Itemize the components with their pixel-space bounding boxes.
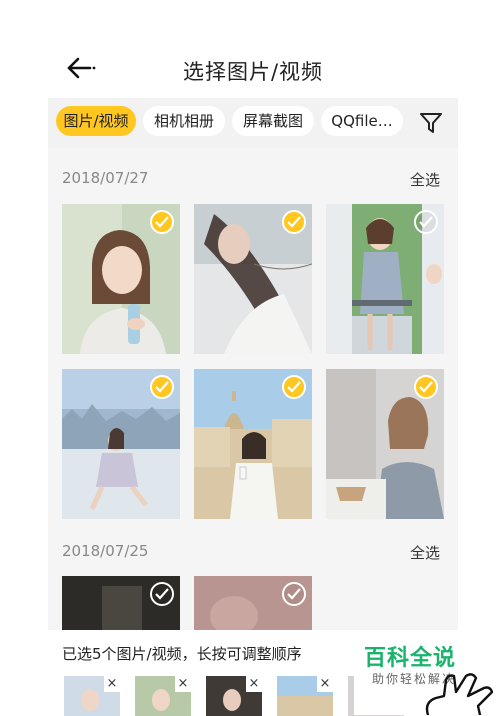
page-title: 选择图片/视频 <box>182 60 324 84</box>
checkmark-icon <box>155 588 169 600</box>
selected-check[interactable] <box>282 375 306 399</box>
date-header: 2018/07/27 全选 <box>48 155 458 199</box>
remove-button[interactable]: × <box>317 676 333 692</box>
album-tabs: 图片/视频 相机相册 屏幕截图 QQfile… <box>48 98 458 148</box>
photo-thumbnail[interactable] <box>326 204 444 354</box>
select-all-button[interactable]: 全选 <box>410 169 440 190</box>
hand-pointer-icon <box>425 673 494 715</box>
watermark-logo: 百科全说 助你轻松解决 <box>354 632 500 715</box>
header-bar: 选择图片/视频 <box>48 40 458 98</box>
photo-thumbnail[interactable] <box>62 369 180 519</box>
selected-item[interactable]: × <box>277 676 333 716</box>
selected-item[interactable]: × <box>135 676 191 716</box>
tab-screenshots[interactable]: 屏幕截图 <box>232 106 314 136</box>
tab-camera-album[interactable]: 相机相册 <box>143 106 225 136</box>
checkmark-icon <box>287 588 301 600</box>
tab-qqfile[interactable]: QQfile… <box>321 106 403 136</box>
selected-check[interactable] <box>414 375 438 399</box>
photo-thumbnail[interactable] <box>62 204 180 354</box>
filter-icon <box>420 113 442 133</box>
selected-check[interactable] <box>150 375 174 399</box>
selection-hint: 已选5个图片/视频，长按可调整顺序 <box>62 645 302 663</box>
checkmark-icon <box>155 216 169 228</box>
select-all-button[interactable]: 全选 <box>410 542 440 563</box>
tab-photos-videos[interactable]: 图片/视频 <box>56 106 136 136</box>
checkmark-icon <box>419 216 433 228</box>
unselected-check[interactable] <box>150 582 174 606</box>
photo-thumbnail[interactable] <box>194 369 312 519</box>
date-header: 2018/07/25 全选 <box>48 528 458 572</box>
selected-check[interactable] <box>150 210 174 234</box>
remove-button[interactable]: × <box>175 676 191 692</box>
photo-thumbnail[interactable] <box>326 369 444 519</box>
photo-thumbnail[interactable] <box>194 576 312 632</box>
checkmark-icon <box>287 381 301 393</box>
selected-item[interactable]: × <box>206 676 262 716</box>
selected-item[interactable]: × <box>64 676 120 716</box>
checkmark-icon <box>155 381 169 393</box>
photo-thumbnail[interactable] <box>194 204 312 354</box>
selected-check[interactable] <box>282 210 306 234</box>
unselected-check[interactable] <box>282 582 306 606</box>
filter-button[interactable] <box>418 110 444 136</box>
remove-button[interactable]: × <box>246 676 262 692</box>
photo-thumbnail[interactable] <box>62 576 180 632</box>
photo-picker: 选择图片/视频 图片/视频 相机相册 屏幕截图 QQfile… 2018/07/… <box>48 40 458 715</box>
remove-button[interactable]: × <box>104 676 120 692</box>
group-date: 2018/07/27 <box>62 169 149 187</box>
checkmark-icon <box>287 216 301 228</box>
unselected-check[interactable] <box>414 210 438 234</box>
group-date: 2018/07/25 <box>62 542 149 560</box>
checkmark-icon <box>419 381 433 393</box>
